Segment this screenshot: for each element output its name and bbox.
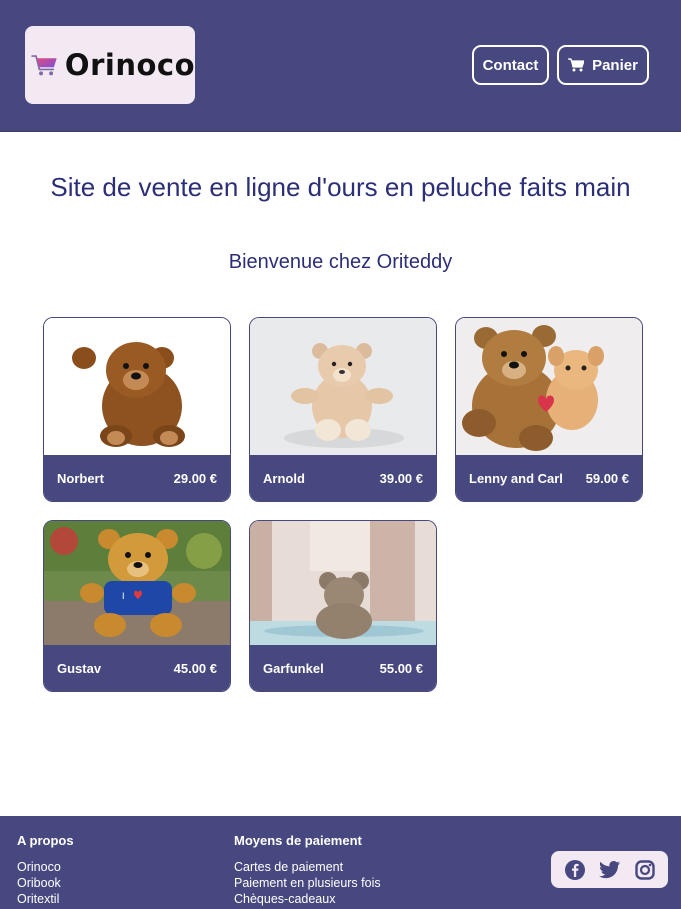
product-info-bar: Lenny and Carl 59.00 € (456, 455, 642, 501)
svg-text:I: I (122, 591, 125, 601)
product-card[interactable]: Arnold 39.00 € (249, 317, 437, 502)
product-card[interactable]: I Gustav 45.00 € (43, 520, 231, 692)
social-links (551, 851, 668, 888)
product-card[interactable]: Norbert 29.00 € (43, 317, 231, 502)
footer-link-oribook[interactable]: Oribook (17, 875, 74, 891)
site-header: Orinoco Contact Panier (0, 0, 681, 132)
product-image[interactable]: I (44, 521, 230, 647)
footer-link-oritextil[interactable]: Oritextil (17, 891, 74, 907)
product-name: Gustav (57, 660, 102, 676)
contact-button[interactable]: Contact (472, 45, 549, 85)
cart-icon (568, 58, 585, 72)
logo-text: Orinoco (64, 48, 195, 82)
cart-label: Panier (592, 56, 638, 74)
product-image[interactable] (250, 521, 436, 647)
welcome-heading: Bienvenue chez Oriteddy (228, 251, 453, 273)
product-name: Norbert (57, 470, 104, 486)
product-card[interactable]: Lenny and Carl 59.00 € (455, 317, 643, 502)
instagram-icon[interactable] (635, 859, 655, 880)
product-price: 55.00 € (379, 660, 423, 676)
product-card[interactable]: Garfunkel 55.00 € (249, 520, 437, 692)
product-price: 45.00 € (173, 660, 217, 676)
logo[interactable]: Orinoco (25, 26, 195, 104)
product-price: 59.00 € (585, 470, 629, 486)
product-image[interactable] (44, 318, 230, 457)
footer-payment-section: Moyens de paiement Cartes de paiement Pa… (234, 833, 381, 907)
footer-about-section: A propos Orinoco Oribook Oritextil (17, 833, 74, 907)
site-footer: A propos Orinoco Oribook Oritextil Moyen… (0, 816, 681, 909)
product-name: Garfunkel (263, 660, 324, 676)
twitter-icon[interactable] (599, 860, 621, 880)
footer-link-orinoco[interactable]: Orinoco (17, 859, 74, 875)
product-name: Lenny and Carl (469, 470, 563, 486)
cart-button[interactable]: Panier (557, 45, 649, 85)
facebook-icon[interactable] (564, 859, 586, 881)
product-info-bar: Arnold 39.00 € (250, 455, 436, 501)
product-info-bar: Norbert 29.00 € (44, 455, 230, 501)
footer-link-plusieurs-fois[interactable]: Paiement en plusieurs fois (234, 875, 381, 891)
footer-link-cartes[interactable]: Cartes de paiement (234, 859, 381, 875)
product-price: 39.00 € (379, 470, 423, 486)
product-info-bar: Garfunkel 55.00 € (250, 645, 436, 691)
product-price: 29.00 € (173, 470, 217, 486)
contact-label: Contact (482, 56, 539, 74)
footer-link-cheques[interactable]: Chèques-cadeaux (234, 891, 381, 907)
footer-about-heading: A propos (17, 833, 74, 848)
product-image[interactable] (250, 318, 436, 457)
product-name: Arnold (263, 470, 305, 486)
page-title: Site de vente en ligne d'ours en peluche… (50, 172, 631, 202)
footer-payment-heading: Moyens de paiement (234, 833, 362, 848)
product-info-bar: Gustav 45.00 € (44, 645, 230, 691)
shopping-cart-logo-icon (31, 55, 57, 76)
product-image[interactable] (456, 318, 642, 457)
